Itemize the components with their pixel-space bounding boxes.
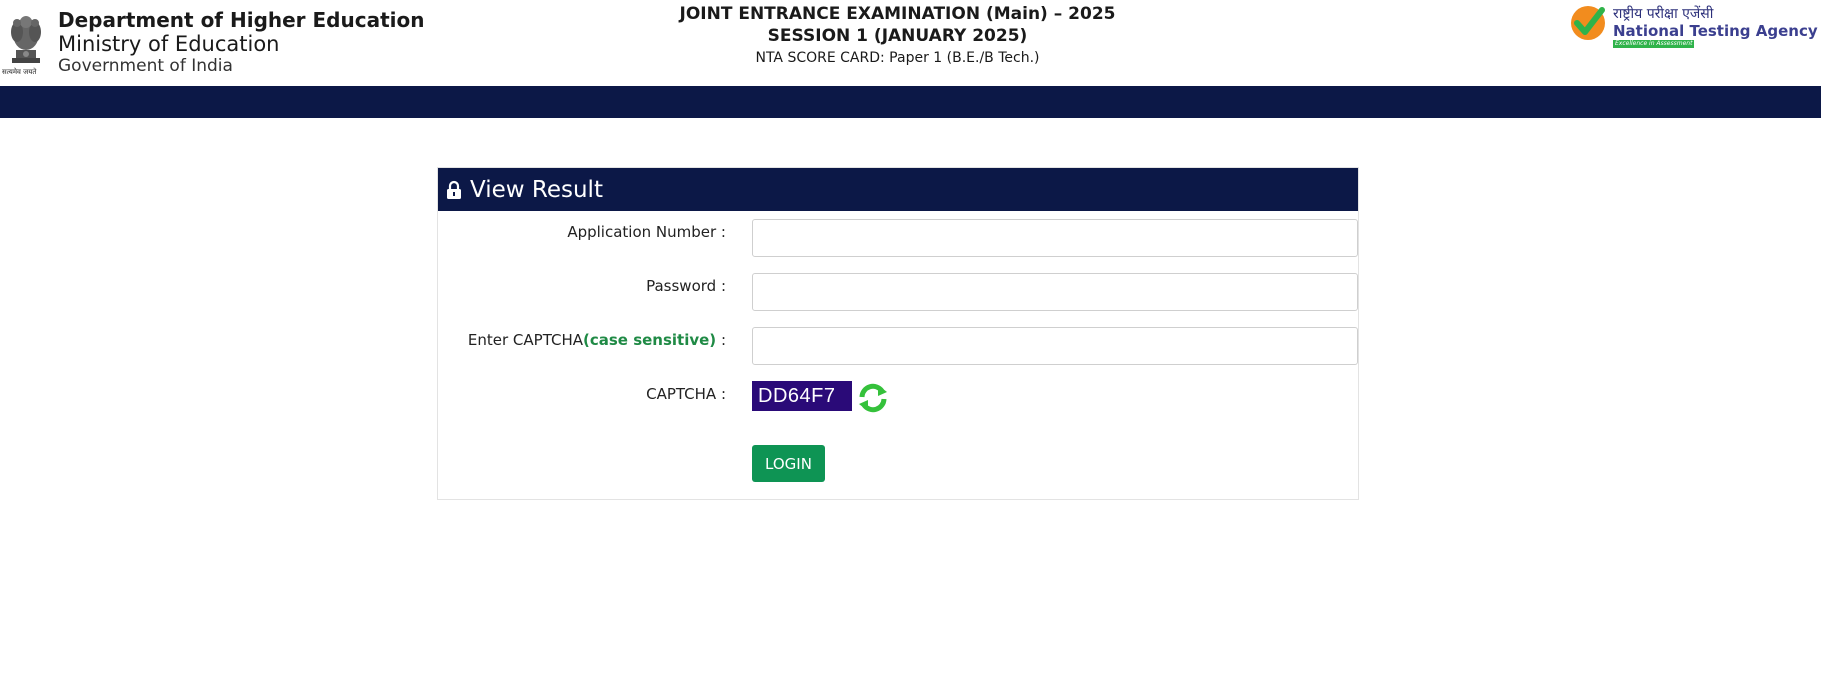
lock-icon — [446, 180, 462, 200]
captcha-input[interactable] — [752, 327, 1358, 365]
panel-header: View Result — [438, 168, 1358, 211]
navigation-bar — [0, 86, 1821, 118]
password-row: Password : — [438, 273, 1358, 311]
emblem-motto: सत्यमेव जयते — [2, 68, 37, 76]
captcha-input-label-suffix: : — [716, 331, 726, 349]
login-row: LOGIN — [438, 445, 1358, 483]
scorecard-title: NTA SCORE CARD: Paper 1 (B.E./B Tech.) — [755, 50, 1040, 66]
view-result-panel: View Result Application Number : Passwor… — [437, 167, 1359, 500]
login-button[interactable]: LOGIN — [752, 445, 825, 482]
captcha-label: CAPTCHA : — [646, 385, 726, 403]
captcha-image: DD64F7 — [752, 381, 852, 411]
page-header: सत्यमेव जयते Department of Higher Educat… — [0, 0, 1821, 86]
captcha-input-label-prefix: Enter CAPTCHA — [467, 331, 583, 349]
exam-session: SESSION 1 (JANUARY 2025) — [767, 26, 1028, 46]
nta-english-name: National Testing Agency — [1613, 22, 1818, 40]
application-number-input[interactable] — [752, 219, 1358, 257]
password-input[interactable] — [752, 273, 1358, 311]
exam-title-block: JOINT ENTRANCE EXAMINATION (Main) – 2025… — [0, 3, 1795, 68]
nta-check-icon — [1569, 4, 1607, 46]
application-number-row: Application Number : — [438, 219, 1358, 257]
captcha-row: CAPTCHA : DD64F7 — [438, 381, 1358, 419]
nta-logo: राष्ट्रीय परीक्षा एजेंसी National Testin… — [1569, 4, 1818, 50]
nta-tagline: Excellence in Assessment — [1613, 40, 1695, 48]
case-sensitive-note: (case sensitive) — [583, 331, 717, 349]
application-number-label: Application Number : — [567, 223, 726, 241]
captcha-input-row: Enter CAPTCHA(case sensitive) : — [438, 327, 1358, 365]
panel-title: View Result — [470, 176, 603, 203]
password-label: Password : — [646, 277, 726, 295]
captcha-input-label: Enter CAPTCHA(case sensitive) : — [468, 331, 726, 349]
nta-hindi-name: राष्ट्रीय परीक्षा एजेंसी — [1613, 6, 1714, 22]
exam-title: JOINT ENTRANCE EXAMINATION (Main) – 2025 — [679, 4, 1116, 24]
refresh-icon[interactable] — [856, 381, 890, 415]
